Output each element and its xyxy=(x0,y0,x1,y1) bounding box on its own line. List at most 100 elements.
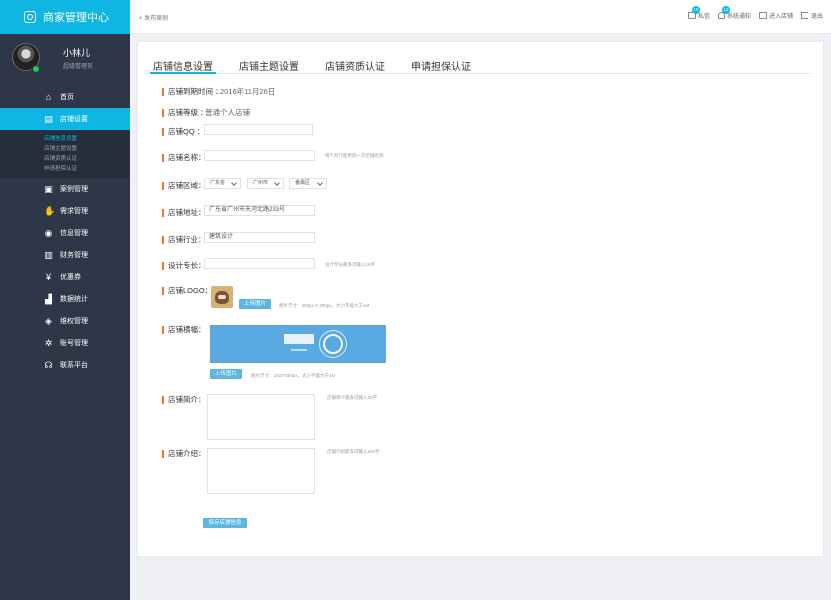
sidebar-item-statistics[interactable]: ▟ 数据统计 xyxy=(0,288,130,310)
label-marker xyxy=(162,325,164,334)
level-label: 店铺等级 ： xyxy=(168,108,208,117)
specialty-input[interactable] xyxy=(204,258,315,269)
banner-row: 店铺横幅： xyxy=(162,324,206,335)
label-marker xyxy=(162,127,164,136)
sidebar-item-label: 案例管理 xyxy=(60,186,88,193)
sidebar-item-contact[interactable]: ☊ 联系平台 xyxy=(0,354,130,376)
sidebar: 商家管理中心 小林儿 超级管理员 ⌂ 首页 ▤ 店铺设置 店铺信息设置 店铺主题… xyxy=(0,0,130,600)
system-notice-link[interactable]: 12 系统通知 xyxy=(717,6,751,20)
banner-logo-mark xyxy=(284,334,314,344)
city-value: 广州市 xyxy=(253,180,269,186)
level-value: 普通个人店铺 xyxy=(205,108,250,117)
banner-label: 店铺横幅： xyxy=(168,325,206,334)
sidebar-item-label: 店铺设置 xyxy=(60,116,88,123)
store-name-row: 店铺名称： xyxy=(162,152,206,163)
expire-value: 2016年11月26日 xyxy=(220,87,276,96)
submenu-item-store-info[interactable]: 店铺信息设置 xyxy=(0,134,130,144)
qq-row: 店铺QQ ： xyxy=(162,126,204,137)
sidebar-item-demands[interactable]: ✋ 需求管理 xyxy=(0,200,130,222)
sidebar-item-account[interactable]: ✲ 账号管理 xyxy=(0,332,130,354)
detail-row: 店铺介绍： xyxy=(162,448,206,459)
chevron-down-icon xyxy=(231,180,237,186)
sidebar-item-label: 需求管理 xyxy=(60,208,88,215)
logout-link[interactable]: 退出 xyxy=(800,11,823,20)
district-value: 番禺区 xyxy=(295,180,311,186)
city-select[interactable]: 广州市 xyxy=(247,178,284,189)
coupon-icon: ¥ xyxy=(45,271,51,282)
upload-logo-button[interactable]: 上传图片 xyxy=(239,299,271,309)
detail-label: 店铺介绍： xyxy=(168,449,206,458)
chevron-down-icon xyxy=(274,180,280,186)
sidebar-nav: ⌂ 首页 ▤ 店铺设置 店铺信息设置 店铺主题设置 店铺资质认证 申请担保认证 … xyxy=(0,86,130,376)
gear-icon: ✲ xyxy=(44,337,53,348)
industry-input[interactable]: 建筑设计 xyxy=(204,232,315,243)
qq-input[interactable] xyxy=(204,124,313,135)
sidebar-item-rights[interactable]: ◈ 维权管理 xyxy=(0,310,130,332)
store-name-hint: 每个月只能更改一次店铺名称 xyxy=(325,153,384,158)
main-panel: 店铺信息设置 店铺主题设置 店铺资质认证 申请担保认证 店铺到期时间 ： 201… xyxy=(138,42,823,556)
tab-store-info[interactable]: 店铺信息设置 xyxy=(150,56,216,74)
private-message-link[interactable]: 10 私信 xyxy=(687,6,710,20)
label-marker xyxy=(162,87,164,96)
address-row: 店铺地址： xyxy=(162,207,206,218)
submenu-item-store-theme[interactable]: 店铺主题设置 xyxy=(0,144,130,154)
enter-store-link[interactable]: 进入店铺 xyxy=(758,11,793,20)
home-icon: ⌂ xyxy=(45,91,52,102)
chevron-down-icon xyxy=(317,180,323,186)
sidebar-item-home[interactable]: ⌂ 首页 xyxy=(0,86,130,108)
logout-label: 退出 xyxy=(810,14,823,20)
top-links: 10 私信 12 系统通知 进入店铺 退出 xyxy=(687,6,823,20)
label-marker xyxy=(162,449,164,458)
sidebar-item-coupons[interactable]: ¥ 优惠券 xyxy=(0,266,130,288)
province-select[interactable]: 广东省 xyxy=(204,178,241,189)
expire-label: 店铺到期时间 ： xyxy=(168,87,223,96)
submenu-item-guarantee[interactable]: 申请担保认证 xyxy=(0,164,130,174)
sidebar-item-finance[interactable]: ▥ 财务管理 xyxy=(0,244,130,266)
district-select[interactable]: 番禺区 xyxy=(289,178,327,189)
sidebar-item-store-settings[interactable]: ▤ 店铺设置 xyxy=(0,108,130,130)
province-value: 广东省 xyxy=(210,180,226,186)
message-icon: ◉ xyxy=(44,227,53,238)
sidebar-item-cases[interactable]: ▣ 案例管理 xyxy=(0,178,130,200)
industry-row: 店铺行业： xyxy=(162,234,206,245)
upload-banner-button[interactable]: 上传图片 xyxy=(210,369,242,379)
tab-store-theme[interactable]: 店铺主题设置 xyxy=(236,56,302,74)
store-name-input[interactable] xyxy=(204,150,315,161)
banner-hint: 图片尺寸：1920*304px，大小不能大于1M xyxy=(251,373,336,378)
label-marker xyxy=(162,208,164,217)
sidebar-item-label: 财务管理 xyxy=(60,252,88,259)
tab-guarantee[interactable]: 申请担保认证 xyxy=(408,56,474,74)
address-input[interactable]: 广东省广州市天河北路233号 xyxy=(204,205,315,216)
notice-count-badge: 12 xyxy=(721,6,730,14)
specialty-hint: 设计专长最多可输入15字 xyxy=(325,262,376,267)
label-marker xyxy=(162,181,164,190)
region-row: 店铺区域： xyxy=(162,180,206,191)
finance-icon: ▥ xyxy=(44,249,53,260)
submenu-item-store-certification[interactable]: 店铺资质认证 xyxy=(0,154,130,164)
store-settings-submenu: 店铺信息设置 店铺主题设置 店铺资质认证 申请担保认证 xyxy=(0,130,130,178)
qq-label: 店铺QQ ： xyxy=(168,127,205,136)
level-row: 店铺等级 ： xyxy=(162,107,208,118)
logo-hint: 图片尺寸：300px X 300px，大小不能大于1M xyxy=(279,303,370,308)
user-role: 超级管理员 xyxy=(63,64,94,70)
enter-store-label: 进入店铺 xyxy=(768,14,793,20)
store-icon: ▤ xyxy=(44,113,53,124)
store-logo-image xyxy=(211,286,233,308)
specialty-row: 设计专长： xyxy=(162,260,206,271)
sidebar-item-messages[interactable]: ◉ 信息管理 xyxy=(0,222,130,244)
detail-textarea[interactable] xyxy=(207,448,315,494)
sidebar-item-label: 维权管理 xyxy=(60,318,88,325)
user-profile: 小林儿 超级管理员 xyxy=(0,40,130,86)
user-name: 小林儿 xyxy=(63,48,91,58)
headset-icon: ☊ xyxy=(44,359,53,370)
label-marker xyxy=(162,286,164,295)
app-header: 商家管理中心 xyxy=(0,0,130,34)
intro-textarea[interactable] xyxy=(207,394,315,440)
tab-store-certification[interactable]: 店铺资质认证 xyxy=(322,56,388,74)
private-message-label: 私信 xyxy=(697,14,710,20)
store-icon xyxy=(758,12,767,19)
shield-icon: ◈ xyxy=(45,315,52,326)
publish-case-link[interactable]: + 发布案例 xyxy=(139,13,168,22)
save-store-info-button[interactable]: 保存店铺信息 xyxy=(203,518,247,528)
banner-subtitle-mark xyxy=(291,349,307,351)
